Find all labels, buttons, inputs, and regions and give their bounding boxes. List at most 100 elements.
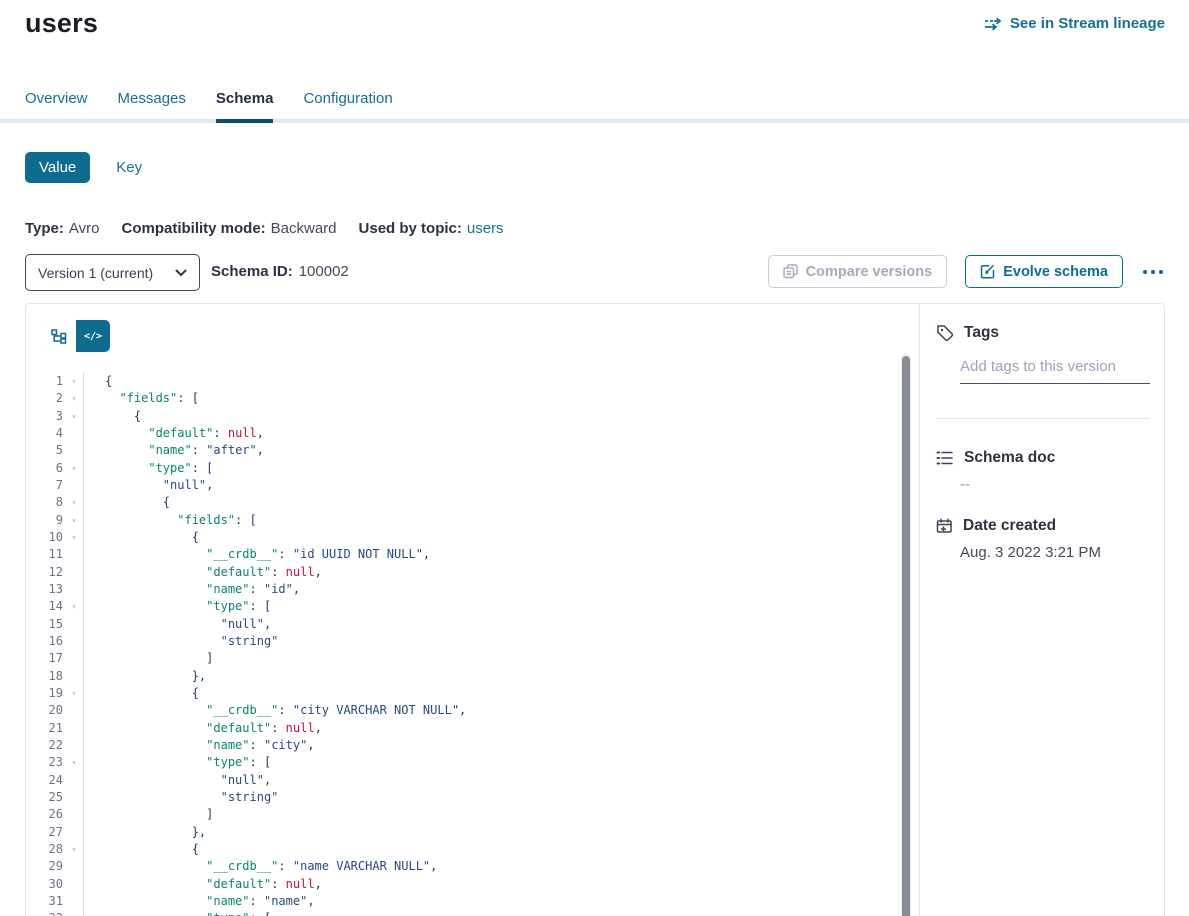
line-number: 5	[26, 442, 63, 459]
code-line: 3▾ {	[26, 408, 920, 425]
fold-toggle-icon[interactable]: ▾	[65, 598, 84, 615]
code-line: 17 ]	[26, 650, 920, 667]
code-view-button[interactable]: </>	[76, 320, 110, 352]
fold-gutter	[65, 442, 84, 459]
schema-id-label: Schema ID:	[211, 263, 293, 280]
line-number: 21	[26, 720, 63, 737]
fold-gutter	[65, 893, 84, 910]
code-line: 4 "default": null,	[26, 425, 920, 442]
more-options-button[interactable]	[1141, 266, 1165, 278]
line-number: 20	[26, 702, 63, 719]
schema-doc-title: Schema doc	[964, 449, 1055, 467]
schema-panel: </> 1▾{2▾ "fields": [3▾ {4 "default": nu…	[25, 303, 1165, 916]
fold-toggle-icon[interactable]: ▾	[65, 390, 84, 407]
fold-toggle-icon[interactable]: ▾	[65, 685, 84, 702]
compatibility-label: Compatibility mode:	[121, 220, 265, 237]
code-text: "null",	[84, 616, 271, 633]
compare-versions-button[interactable]: Compare versions	[768, 255, 948, 288]
key-toggle-link[interactable]: Key	[116, 159, 142, 176]
code-line: 8▾ {	[26, 494, 920, 511]
add-tags-input[interactable]	[960, 354, 1150, 384]
code-text: {	[84, 685, 199, 702]
fold-toggle-icon[interactable]: ▾	[65, 373, 84, 390]
fold-toggle-icon[interactable]: ▾	[65, 841, 84, 858]
value-toggle-button[interactable]: Value	[25, 152, 90, 183]
tab-configuration[interactable]: Configuration	[303, 90, 392, 119]
fold-toggle-icon[interactable]: ▾	[65, 754, 84, 771]
fold-toggle-icon[interactable]: ▾	[65, 910, 84, 916]
line-number: 15	[26, 616, 63, 633]
schema-actions: Compare versions Evolve schema	[768, 255, 1165, 288]
code-text: "string"	[84, 789, 278, 806]
vertical-scrollbar-thumb[interactable]	[902, 356, 910, 916]
fold-gutter	[65, 737, 84, 754]
schema-id: Schema ID: 100002	[211, 263, 349, 280]
code-view-icon: </>	[84, 331, 102, 342]
fold-toggle-icon[interactable]: ▾	[65, 512, 84, 529]
code-text: "__crdb__": "city VARCHAR NOT NULL",	[84, 702, 466, 719]
code-text: "fields": [	[84, 390, 199, 407]
line-number: 13	[26, 581, 63, 598]
version-select-value: Version 1 (current)	[38, 265, 153, 281]
code-text: "type": [	[84, 598, 271, 615]
code-text: "fields": [	[84, 512, 257, 529]
line-number: 18	[26, 668, 63, 685]
line-number: 6	[26, 460, 63, 477]
line-number: 22	[26, 737, 63, 754]
schema-doc-value: --	[960, 476, 970, 493]
line-number: 16	[26, 633, 63, 650]
code-line: 30 "default": null,	[26, 876, 920, 893]
tab-schema[interactable]: Schema	[216, 90, 274, 123]
code-text: {	[84, 494, 170, 511]
fold-toggle-icon[interactable]: ▾	[65, 408, 84, 425]
line-number: 27	[26, 824, 63, 841]
edit-square-icon	[980, 264, 995, 279]
fold-gutter	[65, 789, 84, 806]
tab-overview[interactable]: Overview	[25, 90, 88, 119]
fold-gutter	[65, 477, 84, 494]
code-line: 27 },	[26, 824, 920, 841]
fold-toggle-icon[interactable]: ▾	[65, 460, 84, 477]
code-line: 11 "__crdb__": "id UUID NOT NULL",	[26, 546, 920, 563]
schema-meta-row: Type: Avro Compatibility mode: Backward …	[25, 220, 504, 237]
version-select[interactable]: Version 1 (current)	[25, 254, 200, 291]
code-line: 21 "default": null,	[26, 720, 920, 737]
line-number: 11	[26, 546, 63, 563]
fold-toggle-icon[interactable]: ▾	[65, 494, 84, 511]
line-number: 12	[26, 564, 63, 581]
evolve-schema-button[interactable]: Evolve schema	[965, 255, 1123, 288]
compatibility-value: Backward	[271, 220, 337, 237]
code-text: },	[84, 824, 206, 841]
code-line: 18 },	[26, 668, 920, 685]
calendar-add-icon	[936, 518, 953, 535]
code-line: 16 "string"	[26, 633, 920, 650]
used-by-topic-link[interactable]: users	[467, 220, 504, 237]
line-number: 4	[26, 425, 63, 442]
chevron-down-icon	[175, 269, 187, 277]
fold-gutter	[65, 616, 84, 633]
line-number: 30	[26, 876, 63, 893]
used-by-topic-label: Used by topic:	[359, 220, 462, 237]
type-label: Type:	[25, 220, 64, 237]
code-line: 32▾ "type": [	[26, 910, 920, 916]
code-text: "string"	[84, 633, 278, 650]
code-line: 12 "default": null,	[26, 564, 920, 581]
code-line: 20 "__crdb__": "city VARCHAR NOT NULL",	[26, 702, 920, 719]
code-line: 13 "name": "id",	[26, 581, 920, 598]
tree-view-button[interactable]	[42, 320, 76, 352]
stream-lineage-link[interactable]: See in Stream lineage	[984, 15, 1165, 32]
fold-gutter	[65, 633, 84, 650]
code-line: 26 ]	[26, 806, 920, 823]
fold-gutter	[65, 858, 84, 875]
code-line: 2▾ "fields": [	[26, 390, 920, 407]
vertical-scrollbar	[901, 353, 911, 916]
code-text: {	[84, 373, 112, 390]
code-text: {	[84, 529, 199, 546]
fold-toggle-icon[interactable]: ▾	[65, 529, 84, 546]
line-number: 8	[26, 494, 63, 511]
evolve-schema-label: Evolve schema	[1003, 264, 1108, 280]
tab-messages[interactable]: Messages	[118, 90, 186, 119]
line-number: 29	[26, 858, 63, 875]
code-text: {	[84, 408, 141, 425]
tag-icon	[936, 324, 954, 342]
